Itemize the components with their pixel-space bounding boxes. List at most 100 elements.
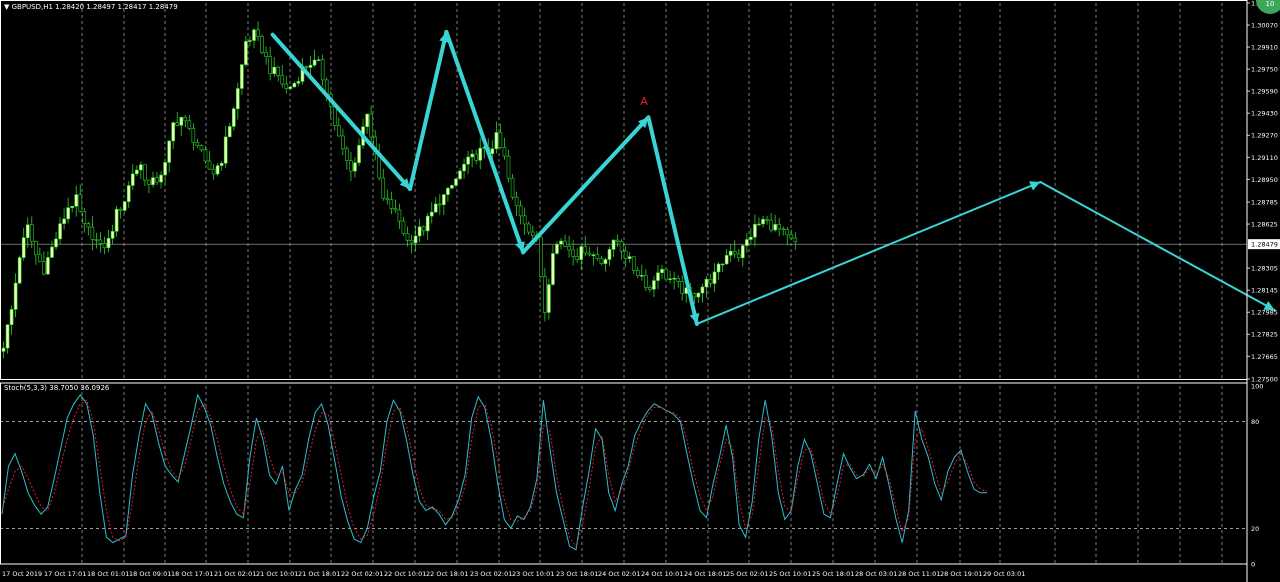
candle-body	[78, 194, 83, 212]
x-tick-label: 21 Oct 02:01	[214, 570, 256, 578]
candle-body	[240, 64, 244, 89]
candle-body	[438, 203, 442, 206]
candle-body	[130, 173, 135, 186]
candle-body	[409, 239, 414, 244]
candle-body	[74, 194, 79, 207]
candle-body	[159, 174, 163, 183]
candle-body	[231, 108, 236, 127]
candle-body	[126, 185, 131, 202]
candle-body	[244, 41, 248, 65]
y-tick-label: 1.29590	[1251, 88, 1278, 96]
candle-body	[736, 253, 741, 259]
candle-body	[345, 148, 349, 162]
candle-body	[720, 263, 725, 266]
stoch-tick-label: 20	[1251, 525, 1259, 533]
candle-body	[191, 128, 196, 143]
candle-body	[175, 122, 180, 126]
candle-body	[365, 113, 369, 128]
candle-body	[94, 239, 99, 241]
x-tick-label: 24 Oct 18:01	[684, 570, 726, 578]
x-tick-label: 21 Oct 18:01	[298, 570, 340, 578]
price-chart-canvas[interactable]: A 17 Oct 2019 17 Oct 17:01 18 Oct 01:01 18 …	[0, 0, 1280, 582]
candle-body	[58, 223, 62, 240]
candle-body	[474, 153, 478, 161]
stoch-main-line	[1, 393, 987, 551]
candle-body	[757, 223, 761, 226]
y-tick-label: 1.29270	[1251, 132, 1278, 140]
candle-body	[102, 243, 107, 249]
candle-body	[563, 240, 567, 247]
candle-body	[450, 185, 454, 189]
stoch-tick-label: 0	[1251, 561, 1255, 569]
candle-body	[522, 215, 527, 225]
wave-arrow	[521, 115, 651, 255]
candle-body	[571, 249, 575, 257]
candle-body	[672, 277, 676, 280]
candle-body	[494, 132, 499, 150]
candle-body	[413, 235, 418, 244]
candle-body	[70, 205, 74, 208]
y-tick-label: 1.29430	[1251, 110, 1278, 118]
wave-arrows: A	[270, 29, 1276, 326]
candle-body	[381, 177, 386, 199]
candle-body	[357, 145, 361, 164]
candle-body	[147, 179, 151, 185]
candle-body	[207, 160, 212, 170]
x-tick-label: 17 Oct 17:01	[44, 570, 86, 578]
stochastic-lines	[1, 393, 988, 551]
candle-body	[478, 147, 483, 161]
candle-body	[1, 347, 6, 352]
x-tick-label: 22 Oct 18:01	[426, 570, 468, 578]
x-tick-label: 23 Oct 18:01	[556, 570, 598, 578]
x-tick-label: 17 Oct 2019	[2, 570, 42, 578]
candle-body	[50, 246, 54, 258]
candle-body	[579, 246, 584, 260]
wave-arrow	[1039, 181, 1276, 312]
candle-body	[151, 177, 155, 185]
candle-body	[312, 59, 317, 66]
candle-body	[696, 292, 701, 298]
candle-body	[708, 278, 713, 284]
candle-body	[66, 207, 70, 220]
candle-body	[219, 162, 224, 166]
candle-body	[320, 59, 325, 81]
candle-body	[575, 256, 579, 260]
wave-arrow	[270, 32, 413, 191]
stoch-tick-label: 80	[1251, 418, 1259, 426]
candle-body	[135, 169, 139, 175]
axes: 17 Oct 2019 17 Oct 17:01 18 Oct 01:01 18 Oc…	[0, 0, 1280, 582]
symbol-info: ▼ GBPUSD,H1 1.28420 1.28497 1.28417 1.28…	[4, 3, 178, 11]
candle-body	[611, 239, 616, 250]
x-tick-label: 28 Oct 11:01	[898, 570, 940, 578]
candle-body	[155, 177, 159, 183]
candle-body	[5, 324, 10, 349]
x-tick-label: 22 Oct 02:01	[341, 570, 383, 578]
candle-body	[712, 271, 717, 284]
candle-body	[648, 287, 652, 290]
candle-body	[46, 257, 50, 275]
candle-body	[502, 146, 507, 157]
indicator-info: Stoch(5,3,3) 38.7050 36.0926	[4, 384, 110, 392]
candle-body	[337, 125, 341, 137]
candle-body	[595, 254, 600, 259]
candle-body	[25, 224, 30, 239]
candle-body	[700, 286, 705, 294]
candle-body	[644, 275, 648, 288]
candle-body	[741, 245, 745, 259]
stoch-tick-label: 100	[1251, 383, 1263, 391]
x-tick-label: 18 Oct 01:01	[87, 570, 129, 578]
candle-body	[429, 211, 434, 217]
candle-body	[236, 88, 240, 110]
wave-arrow	[646, 115, 699, 326]
candle-body	[272, 66, 276, 75]
candle-body	[417, 226, 422, 237]
candle-body	[761, 218, 765, 225]
candle-body	[385, 197, 390, 200]
wave-label-a: A	[640, 95, 648, 108]
candle-body	[640, 275, 644, 277]
candle-body	[110, 231, 115, 239]
candle-body	[86, 223, 91, 228]
candle-body	[62, 218, 66, 224]
candle-body	[256, 29, 260, 37]
candle-body	[276, 66, 281, 76]
